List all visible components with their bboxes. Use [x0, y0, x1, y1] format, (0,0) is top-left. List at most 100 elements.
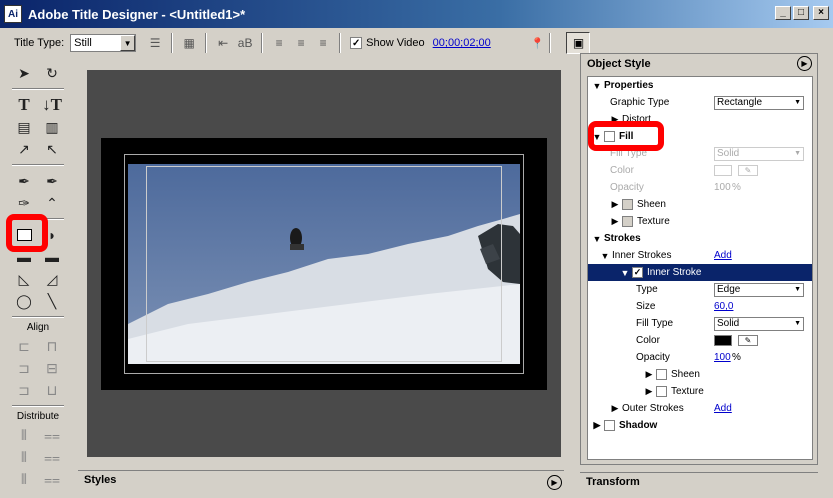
title-type-label: Title Type:: [14, 37, 65, 49]
safe-zone-toggle-icon[interactable]: ▣: [566, 32, 591, 54]
minimize-button[interactable]: _: [775, 6, 791, 20]
stroke-fill-type-select[interactable]: Solid ▼: [714, 316, 804, 331]
window-title: Adobe Title Designer - <Untitled1>*: [28, 6, 246, 22]
shadow-section[interactable]: ▶ Shadow: [588, 417, 812, 434]
distribute-center-icon[interactable]: ⫴: [13, 447, 35, 467]
vertical-area-type-tool-icon[interactable]: ▥: [41, 117, 63, 137]
inner-stroke-row[interactable]: ▼ ✓ Inner Stroke: [588, 264, 812, 281]
stroke-opacity-value[interactable]: 100: [714, 352, 731, 363]
fill-color-row: Color ✎: [588, 162, 812, 179]
transform-panel: Transform: [580, 472, 818, 498]
app-icon: Ai: [4, 5, 22, 23]
fill-sheen-checkbox: [622, 199, 633, 210]
stroke-sheen-checkbox[interactable]: [656, 369, 667, 380]
collapse-triangle-icon[interactable]: ▶: [592, 420, 602, 431]
eyedropper-icon[interactable]: ✎: [738, 335, 758, 346]
properties-section[interactable]: ▼ Properties: [588, 77, 812, 94]
selection-arrow-icon[interactable]: ➤: [13, 63, 35, 83]
distribute-top-icon[interactable]: ⩵: [41, 425, 63, 445]
delete-anchor-tool-icon[interactable]: ✑: [13, 193, 35, 213]
path-type-tool-icon[interactable]: ↗: [13, 139, 35, 159]
template-icon[interactable]: ▦: [178, 33, 200, 53]
vertical-path-type-tool-icon[interactable]: ↖: [41, 139, 63, 159]
convert-anchor-tool-icon[interactable]: ⌃: [41, 193, 63, 213]
fill-texture-row[interactable]: ▶ Texture: [588, 213, 812, 230]
align-label: Align: [26, 322, 50, 333]
add-anchor-tool-icon[interactable]: ✒: [41, 171, 63, 191]
stroke-color-swatch[interactable]: [714, 335, 732, 346]
stroke-opacity-row: Opacity 100 %: [636, 352, 741, 363]
distribute-left-icon[interactable]: ⫴: [13, 425, 35, 445]
rotate-icon[interactable]: ↻: [41, 63, 63, 83]
show-video-checkbox[interactable]: ✓: [350, 37, 363, 49]
timecode-field[interactable]: 00;00;02;00: [433, 37, 491, 49]
eyedropper-icon: ✎: [738, 165, 758, 176]
collapse-triangle-icon[interactable]: ▶: [610, 403, 620, 414]
line-tool-icon[interactable]: ╲: [41, 291, 63, 311]
arc-tool-icon[interactable]: ◿: [41, 269, 63, 289]
title-bar: Ai Adobe Title Designer - <Untitled1>* _…: [0, 0, 833, 28]
styles-menu-icon[interactable]: ▶: [547, 475, 562, 490]
ellipse-tool-icon[interactable]: ◯: [13, 291, 35, 311]
close-button[interactable]: ×: [813, 6, 829, 20]
wedge-tool-icon[interactable]: ◺: [13, 269, 35, 289]
object-style-menu-icon[interactable]: ▶: [797, 56, 812, 71]
align-center-icon[interactable]: ≡: [290, 33, 312, 53]
distribute-bottom-icon[interactable]: ⩵: [41, 469, 63, 489]
inner-strokes-add-link[interactable]: Add: [714, 250, 732, 261]
inner-stroke-checkbox[interactable]: ✓: [632, 267, 643, 278]
stroke-type-select[interactable]: Edge ▼: [714, 282, 804, 297]
align-bottom-edges-icon[interactable]: ⊔: [41, 380, 63, 400]
kerning-icon[interactable]: ⇤: [212, 33, 234, 53]
object-style-title: Object Style: [587, 58, 651, 70]
stroke-sheen-row[interactable]: ▶ Sheen: [588, 366, 812, 383]
title-preview-canvas[interactable]: [87, 70, 561, 457]
inner-strokes-row[interactable]: ▼ Inner Strokes Add: [588, 247, 812, 264]
outer-strokes-row[interactable]: ▶ Outer Strokes Add: [588, 400, 812, 417]
collapse-triangle-icon[interactable]: ▶: [644, 386, 654, 397]
outer-strokes-add-link[interactable]: Add: [714, 403, 732, 414]
transform-panel-title: Transform: [586, 476, 640, 488]
align-top-edges-icon[interactable]: ⊓: [41, 336, 63, 356]
collapse-triangle-icon[interactable]: ▶: [644, 369, 654, 380]
align-vertical-center-icon[interactable]: ⊟: [41, 358, 63, 378]
expand-triangle-icon[interactable]: ▼: [592, 81, 602, 91]
stroke-color-row: Color ✎: [588, 332, 812, 349]
safe-title-area: [146, 166, 502, 362]
align-left-edges-icon[interactable]: ⊏: [13, 336, 35, 356]
graphic-type-select[interactable]: Rectangle ▼: [714, 95, 804, 110]
expand-triangle-icon[interactable]: ▼: [600, 251, 610, 261]
pin-icon[interactable]: 📍: [531, 37, 545, 50]
collapse-triangle-icon[interactable]: ▶: [610, 199, 620, 210]
area-type-tool-icon[interactable]: ▤: [13, 117, 35, 137]
pen-tool-icon[interactable]: ✒: [13, 171, 35, 191]
distribute-right-icon[interactable]: ⫴: [13, 469, 35, 489]
align-right-icon[interactable]: ≡: [312, 33, 334, 53]
video-frame: [101, 138, 547, 390]
type-tool-icon[interactable]: T: [13, 95, 35, 115]
align-left-icon[interactable]: ≡: [268, 33, 290, 53]
tools-panel: ➤ ↻ T ↓T ▤ ▥ ↗ ↖ ✒ ✒ ✑ ⌃ ◗ ▬ ▬ ◺ ◿ ◯ ╲ A…: [10, 62, 66, 498]
distribute-middle-icon[interactable]: ⩵: [41, 447, 63, 467]
shadow-checkbox[interactable]: [604, 420, 615, 431]
align-right-edges-icon[interactable]: ⊐: [13, 380, 35, 400]
stroke-size-value[interactable]: 60,0: [714, 301, 733, 312]
annotation-highlight: [6, 214, 48, 252]
vertical-type-tool-icon[interactable]: ↓T: [41, 95, 63, 115]
stroke-texture-checkbox[interactable]: [656, 386, 667, 397]
tab-stops-icon[interactable]: ☰: [144, 33, 166, 53]
annotation-highlight: [588, 121, 664, 151]
stroke-size-row: Size 60,0: [636, 301, 734, 312]
maximize-button[interactable]: □: [793, 6, 809, 20]
fill-opacity-row: Opacity 100 %: [610, 182, 741, 193]
stroke-texture-row[interactable]: ▶ Texture: [588, 383, 812, 400]
expand-triangle-icon[interactable]: ▼: [592, 234, 602, 244]
align-horizontal-center-icon[interactable]: ⊐: [13, 358, 35, 378]
collapse-triangle-icon[interactable]: ▶: [610, 216, 620, 227]
title-type-select[interactable]: Still ▼: [70, 34, 137, 52]
expand-triangle-icon[interactable]: ▼: [620, 268, 630, 278]
fill-color-swatch: [714, 165, 732, 176]
baseline-icon[interactable]: aB: [234, 33, 256, 53]
strokes-section[interactable]: ▼ Strokes: [588, 230, 812, 247]
fill-sheen-row[interactable]: ▶ Sheen: [588, 196, 812, 213]
